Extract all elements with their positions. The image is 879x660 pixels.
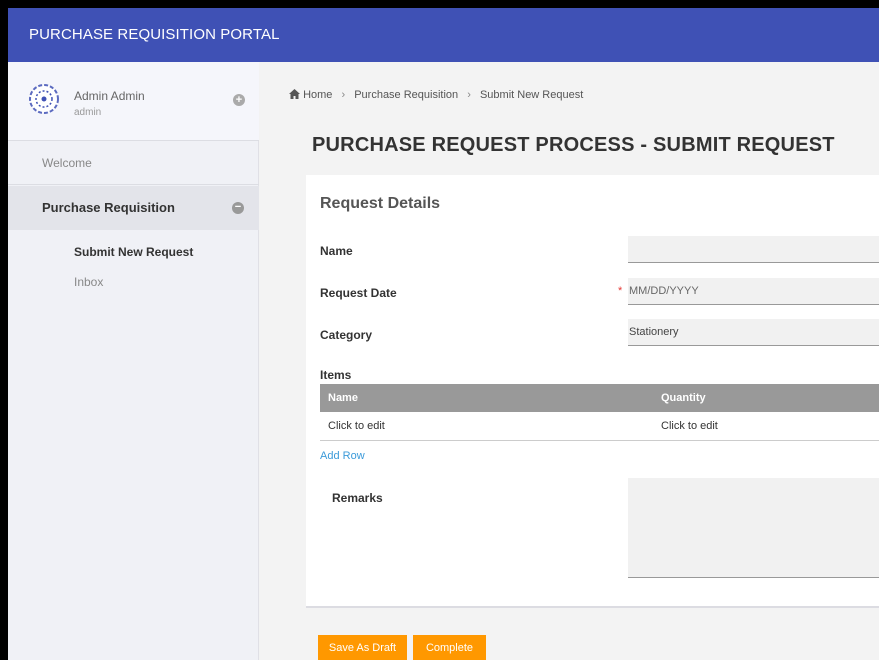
breadcrumb-separator: › [341,89,346,101]
name-label: Name [320,244,353,258]
name-field[interactable] [628,236,879,263]
user-panel: Admin Admin admin + [8,62,259,141]
collapse-icon[interactable]: − [232,202,244,214]
sidebar-item-label: Purchase Requisition [42,200,175,215]
user-expand-icon[interactable]: + [233,94,245,106]
app-window: PURCHASE REQUISITION PORTAL Admin Admin … [8,8,879,660]
items-label: Items [320,368,352,382]
main-content: Home › Purchase Requisition › Submit New… [260,62,879,660]
complete-button[interactable]: Complete [413,635,486,660]
card-title: Request Details [320,195,441,212]
sidebar-item-label: Welcome [42,156,92,170]
table-cell-quantity[interactable]: Click to edit [653,412,879,441]
remarks-label: Remarks [332,491,383,505]
sidebar-subitem-submit-new-request[interactable]: Submit New Request [74,245,193,259]
request-date-field[interactable]: MM/DD/YYYY [628,278,879,305]
save-as-draft-button[interactable]: Save As Draft [318,635,407,660]
request-details-card: Request Details Name Request Date * MM/D… [306,175,879,608]
sidebar-item-welcome[interactable]: Welcome [8,142,259,185]
page-title: PURCHASE REQUEST PROCESS - SUBMIT REQUES… [312,134,835,156]
request-date-label: Request Date [320,286,397,300]
add-row-link[interactable]: Add Row [320,450,365,462]
category-label: Category [320,328,373,342]
table-cell-name[interactable]: Click to edit [320,412,653,441]
category-select[interactable]: Stationery [628,319,879,346]
top-bar: PURCHASE REQUISITION PORTAL [8,8,879,62]
remarks-field[interactable] [628,478,879,578]
user-name: Admin Admin [74,89,145,103]
sidebar-subitem-inbox[interactable]: Inbox [74,275,103,289]
items-table: Name Quantity Click to edit Click to edi… [320,384,879,441]
breadcrumb-separator: › [467,89,471,101]
column-header-name[interactable]: Name [320,384,653,412]
avatar-icon [29,84,59,114]
user-role: admin [74,107,102,118]
breadcrumb-item: Submit New Request [479,89,584,101]
breadcrumb-item[interactable]: Purchase Requisition [354,89,458,101]
table-header-row: Name Quantity [320,384,879,412]
home-icon [289,89,300,99]
app-title[interactable]: PURCHASE REQUISITION PORTAL [29,26,280,43]
breadcrumb-home[interactable]: Home [303,89,332,101]
sidebar-item-purchase-requisition[interactable]: Purchase Requisition − [8,186,259,230]
required-marker: * [618,285,623,297]
table-row: Click to edit Click to edit [320,412,879,441]
sidebar: Admin Admin admin + Welcome Purchase Req… [8,62,259,660]
column-header-quantity[interactable]: Quantity [653,384,879,412]
breadcrumb: Home › Purchase Requisition › Submit New… [289,89,583,101]
